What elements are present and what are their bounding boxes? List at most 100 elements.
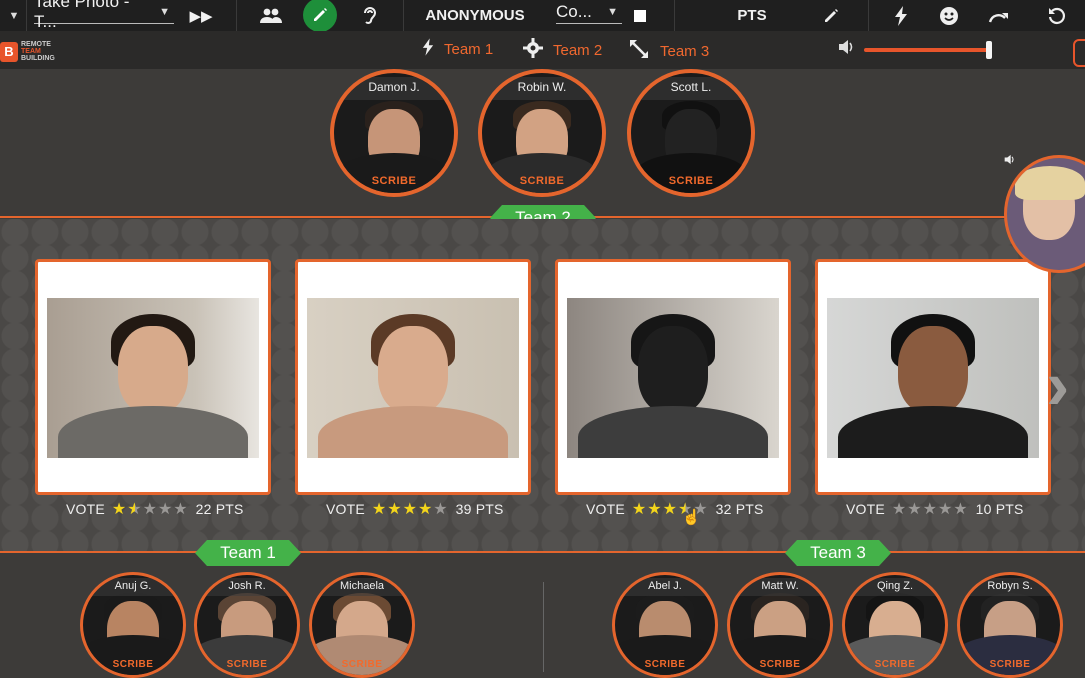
scribe-badge: SCRIBE [519,175,565,187]
activity-dropdown-value: Take Photo - T... [34,0,130,31]
scribe-badge: SCRIBE [112,659,154,670]
star-icon[interactable]: ★ [647,501,662,518]
star-icon[interactable]: ★ [127,501,142,518]
avatar-anuj[interactable]: Anuj G. SCRIBE [80,572,186,678]
pencil-icon[interactable] [303,0,337,32]
star-icon[interactable]: ★ [433,501,448,518]
expand-arrows-icon [628,38,650,65]
star-icon[interactable]: ★ [403,501,418,518]
tab-team-3[interactable]: Team 3 [628,38,709,65]
photo-card[interactable] [35,259,271,495]
avatar-qing[interactable]: Qing Z. SCRIBE [842,572,948,678]
star-icon[interactable]: ★ [923,501,938,518]
ear-icon[interactable] [358,0,382,31]
star-icon[interactable]: ★ [938,501,953,518]
bolt-icon [422,38,434,61]
star-icon[interactable]: ★ [663,501,678,518]
star-icon[interactable]: ★ [372,501,387,518]
pts-label[interactable]: PTS [732,0,772,31]
avatar-robyn[interactable]: Robyn S. SCRIBE [957,572,1063,678]
volume-slider-handle[interactable] [986,41,992,59]
scribe-badge: SCRIBE [874,659,916,670]
photo-card[interactable] [555,259,791,495]
vote-label: VOTE [846,501,885,517]
vote-row: VOTE ★★★★★ 22 PTS [66,499,244,519]
star-rating[interactable]: ★★★★★ [112,499,189,519]
redo-icon[interactable] [986,0,1012,31]
scribe-badge: SCRIBE [759,659,801,670]
avatar-abel[interactable]: Abel J. SCRIBE [612,572,718,678]
avatar-josh[interactable]: Josh R. SCRIBE [194,572,300,678]
color-dropdown[interactable]: Co... ▼ [556,0,622,24]
photo-card[interactable] [815,259,1051,495]
avatar-robin[interactable]: Robin W. SCRIBE [478,69,606,197]
star-icon[interactable]: ★ [387,501,402,518]
avatar-damon[interactable]: Damon J. SCRIBE [330,69,458,197]
vote-row: VOTE ★★★★★ 10 PTS [846,499,1024,519]
stop-icon[interactable] [630,0,650,31]
avatar-name: Robyn S. [960,578,1060,596]
star-rating[interactable]: ★★★★★ [372,499,449,519]
star-icon[interactable]: ★ [418,501,433,518]
tab-team-1[interactable]: Team 1 [422,38,493,61]
avatar-matt[interactable]: Matt W. SCRIBE [727,572,833,678]
volume-slider-track[interactable] [864,48,990,52]
fast-forward-icon[interactable]: ▶▶ [188,0,214,31]
star-icon[interactable]: ★ [143,501,158,518]
avatar-name: Matt W. [730,578,830,596]
team-3-label: Team 3 [785,540,891,566]
hand-cursor-icon: ☝ [682,509,701,526]
chevron-down-icon: ▼ [159,5,170,18]
chevron-down-icon: ▼ [607,5,618,18]
anonymous-toggle[interactable]: ANONYMOUS [424,0,526,31]
star-icon[interactable]: ★ [632,501,647,518]
avatar-name: Scott L. [631,77,751,100]
smiley-icon[interactable] [936,0,962,31]
bolt-icon[interactable] [890,0,912,31]
color-dropdown-value: Co... [556,1,592,21]
star-icon[interactable]: ★ [892,501,907,518]
speaker-icon[interactable] [838,39,856,60]
logo-mark-icon: B [0,41,18,62]
tab-team-2-label: Team 2 [553,42,603,59]
vote-row: VOTE ★★★★★ 39 PTS [326,499,504,519]
reset-icon[interactable] [1044,0,1070,31]
tab-team-3-label: Team 3 [660,43,710,60]
star-icon[interactable]: ★ [907,501,922,518]
points-label: 32 PTS [715,501,764,517]
photo-card[interactable] [295,259,531,495]
logo: B REMOTE TEAM BUILDING [0,41,55,62]
team-1-label: Team 1 [195,540,301,566]
corner-badge [1073,39,1085,67]
avatar-name: Anuj G. [83,578,183,596]
next-arrow-icon[interactable]: › [1046,350,1069,420]
avatar-name: Robin W. [482,77,602,100]
avatar-name: Michaela [312,578,412,596]
menu-caret-icon[interactable]: ▼ [6,0,22,31]
scribe-badge: SCRIBE [644,659,686,670]
logo-text: REMOTE TEAM BUILDING [21,41,55,62]
star-icon[interactable]: ★ [112,501,127,518]
activity-dropdown[interactable]: Take Photo - T... ▼ [34,0,174,31]
star-icon[interactable]: ★ [158,501,173,518]
gear-icon [523,38,543,63]
vote-row: VOTE ★★★★★ 32 PTS [586,499,764,519]
scribe-badge: SCRIBE [226,659,268,670]
avatar-name: Qing Z. [845,578,945,596]
vote-label: VOTE [326,501,365,517]
avatar-michaela[interactable]: Michaela SCRIBE [309,572,415,678]
team-tabs-bar: B REMOTE TEAM BUILDING Team 1 Team 2 Tea… [0,31,1085,69]
avatar-scott[interactable]: Scott L. SCRIBE [627,69,755,197]
star-icon[interactable]: ★ [173,501,188,518]
people-icon[interactable] [256,0,286,31]
avatar-name: Damon J. [334,77,454,100]
top-toolbar: ▼ Take Photo - T... ▼ ▶▶ ANONYMOUS Co...… [0,0,1085,32]
vote-label: VOTE [66,501,105,517]
edit-pencil-icon[interactable] [818,0,844,31]
scribe-badge: SCRIBE [371,175,417,187]
star-rating[interactable]: ★★★★★ [892,499,969,519]
tab-team-2[interactable]: Team 2 [523,38,602,63]
scribe-badge: SCRIBE [668,175,714,187]
star-icon[interactable]: ★ [953,501,968,518]
vote-label: VOTE [586,501,625,517]
